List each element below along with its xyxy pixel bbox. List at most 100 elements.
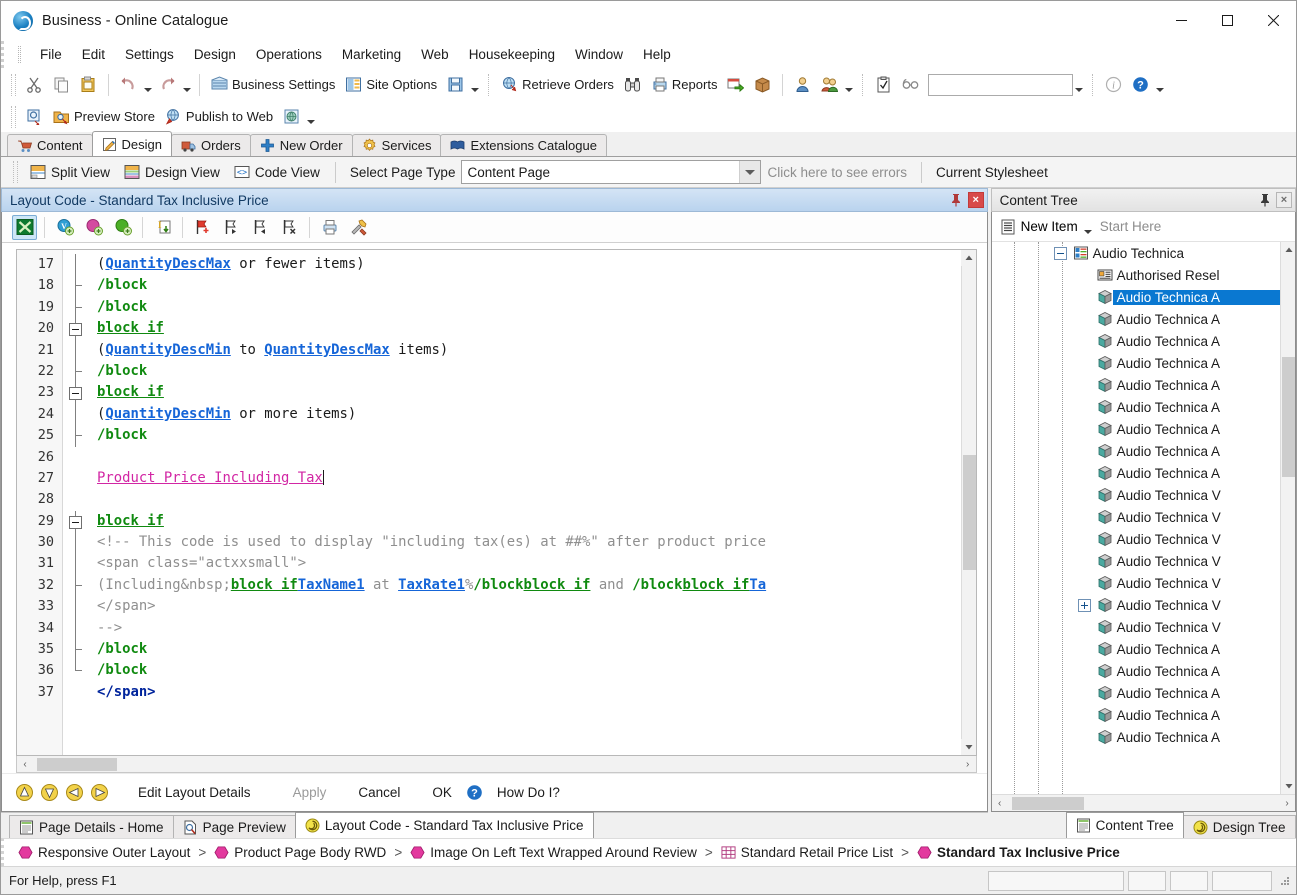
errors-link[interactable]: Click here to see errors [761, 165, 913, 180]
tree-item[interactable]: Audio Technica V [992, 506, 1280, 528]
close-icon[interactable]: × [968, 192, 984, 208]
menu-marketing[interactable]: Marketing [332, 44, 411, 65]
menu-help[interactable]: Help [633, 44, 681, 65]
add-variable-icon[interactable]: V [52, 215, 77, 240]
redo-button[interactable] [154, 72, 181, 98]
breadcrumb-item[interactable]: Responsive Outer Layout [18, 845, 190, 860]
print-icon[interactable] [317, 215, 342, 240]
tree-item[interactable]: Audio Technica A [992, 638, 1280, 660]
redo-dropdown-caret[interactable] [181, 73, 193, 97]
toggle-markup-icon[interactable] [12, 215, 37, 240]
menu-web[interactable]: Web [411, 44, 459, 65]
code-line[interactable]: /block [89, 297, 961, 318]
help-dropdown-caret[interactable] [1154, 73, 1166, 97]
tree-item[interactable]: Audio Technica V [992, 550, 1280, 572]
tree-item[interactable]: Audio Technica A [992, 440, 1280, 462]
tab-orders[interactable]: Orders [171, 134, 251, 156]
code-line[interactable]: (Including&nbsp;block ifTaxName1 at TaxR… [89, 575, 961, 596]
how-do-i-button[interactable]: How Do I? [487, 782, 570, 803]
tab-new-order[interactable]: New Order [250, 134, 353, 156]
tools-icon[interactable] [346, 215, 371, 240]
scroll-right-arrow[interactable]: › [960, 757, 976, 772]
code-line[interactable]: <span class="actxxsmall"> [89, 553, 961, 574]
code-line[interactable]: /block [89, 425, 961, 446]
tab-services[interactable]: Services [352, 134, 442, 156]
code-horizontal-scrollbar[interactable]: ‹ › [16, 756, 977, 773]
code-line[interactable]: </span> [89, 682, 961, 703]
code-line[interactable]: block if [89, 318, 961, 339]
tree-item[interactable]: Audio Technica A [992, 418, 1280, 440]
tree-item[interactable]: Audio Technica A [992, 308, 1280, 330]
menu-operations[interactable]: Operations [246, 44, 332, 65]
tree-item[interactable]: Authorised Resel [992, 264, 1280, 286]
pin-icon[interactable] [949, 192, 964, 208]
code-content[interactable]: (QuantityDescMax or fewer items) /block … [89, 250, 961, 755]
code-line[interactable]: <!-- This code is used to display "inclu… [89, 532, 961, 553]
tree-scroll-right-arrow[interactable]: › [1279, 796, 1295, 811]
site-options-button[interactable]: Site Options [340, 72, 442, 98]
tree-item[interactable]: Audio Technica A [992, 660, 1280, 682]
current-stylesheet-label[interactable]: Current Stylesheet [930, 165, 1054, 180]
clear-bookmarks-icon[interactable] [277, 215, 302, 240]
tab-content[interactable]: Content [7, 134, 93, 156]
scroll-down-arrow[interactable] [961, 739, 976, 755]
tab-design[interactable]: Design [92, 131, 172, 156]
add-block-icon[interactable] [81, 215, 106, 240]
tree-item[interactable]: Audio Technica A [992, 462, 1280, 484]
minimize-button[interactable] [1158, 1, 1204, 41]
tree-tab-design-tree[interactable]: Design Tree [1183, 815, 1296, 838]
code-line[interactable]: /block [89, 361, 961, 382]
tab-extensions-catalogue[interactable]: Extensions Catalogue [440, 134, 606, 156]
fold-marker[interactable] [63, 382, 89, 403]
save-button[interactable] [442, 72, 469, 98]
help-button[interactable]: ? [1127, 72, 1154, 98]
tree-expander[interactable] [1078, 599, 1095, 612]
users-dropdown-caret[interactable] [843, 73, 855, 97]
code-line[interactable] [89, 447, 961, 468]
doc-tab-page-details[interactable]: Page Details - Home [9, 815, 174, 838]
tree-vertical-scrollbar[interactable] [1280, 242, 1295, 794]
breadcrumb-item[interactable]: Product Page Body RWD [214, 845, 386, 860]
export-button[interactable] [722, 72, 749, 98]
menu-housekeeping[interactable]: Housekeeping [459, 44, 565, 65]
toolbar-search-input[interactable] [928, 74, 1073, 96]
menu-window[interactable]: Window [565, 44, 633, 65]
tree-item[interactable]: Audio Technica A [992, 682, 1280, 704]
tree-item[interactable]: Audio Technica A [992, 352, 1280, 374]
add-bookmark-flag-icon[interactable] [190, 215, 215, 240]
hscroll-track[interactable] [33, 757, 960, 772]
tree-scroll-left-arrow[interactable]: ‹ [992, 796, 1008, 811]
new-item-dropdown-caret[interactable] [1082, 215, 1094, 239]
tree-item[interactable]: Audio Technica A [992, 286, 1280, 308]
reports-button[interactable]: Reports [646, 72, 723, 98]
menu-design[interactable]: Design [184, 44, 246, 65]
cut-button[interactable] [21, 72, 48, 98]
undo-button[interactable] [115, 72, 142, 98]
user-button[interactable] [789, 72, 816, 98]
paste-button[interactable] [75, 72, 102, 98]
tree-item[interactable]: Audio Technica V [992, 616, 1280, 638]
checklist-button[interactable] [870, 72, 897, 98]
content-tree-items[interactable]: Audio TechnicaAuthorised ReselAudio Tech… [992, 242, 1280, 748]
code-line[interactable]: /block [89, 639, 961, 660]
code-view-button[interactable]: <> Code View [227, 160, 327, 185]
code-line[interactable]: /block [89, 660, 961, 681]
package-button[interactable] [749, 72, 776, 98]
tree-item[interactable]: Audio Technica A [992, 726, 1280, 748]
how-do-i-icon[interactable]: ? [464, 782, 485, 803]
nav-prev-icon[interactable] [64, 782, 85, 803]
start-here-label[interactable]: Start Here [1100, 219, 1162, 234]
code-line[interactable]: (QuantityDescMin or more items) [89, 404, 961, 425]
pin-icon[interactable] [1257, 192, 1272, 208]
resize-grip-icon[interactable] [1278, 874, 1292, 888]
code-line[interactable]: Product Price Including Tax [89, 468, 961, 489]
code-line[interactable] [89, 489, 961, 510]
hscroll-thumb[interactable] [37, 758, 117, 771]
tree-item[interactable]: Audio Technica A [992, 704, 1280, 726]
tree-scroll-down-arrow[interactable] [1281, 778, 1295, 794]
tree-item[interactable]: Audio Technica [992, 242, 1280, 264]
fold-marker[interactable] [63, 318, 89, 339]
tree-item[interactable]: Audio Technica V [992, 528, 1280, 550]
code-line[interactable]: block if [89, 511, 961, 532]
undo-dropdown-caret[interactable] [142, 73, 154, 97]
